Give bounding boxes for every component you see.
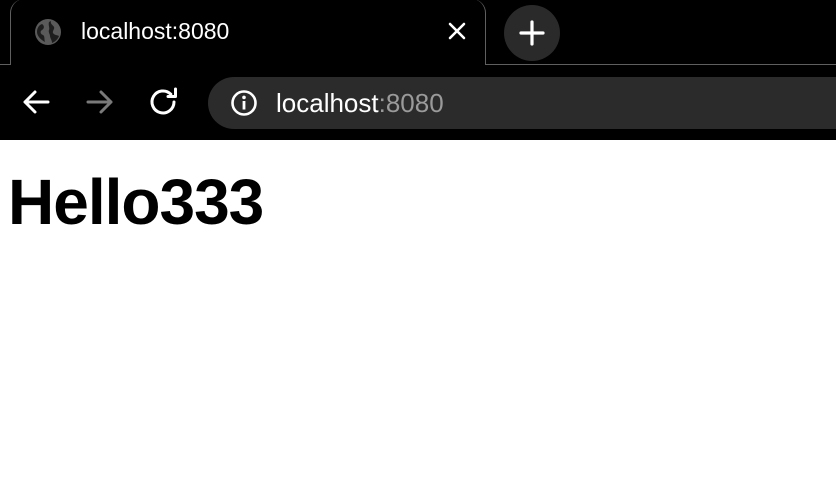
tab-strip-divider bbox=[0, 64, 10, 65]
arrow-left-icon bbox=[23, 90, 50, 114]
tab-strip: localhost:8080 bbox=[0, 0, 836, 66]
tab-strip-divider bbox=[486, 64, 836, 65]
url-host: localhost bbox=[276, 88, 379, 118]
page-content: Hello333 bbox=[0, 140, 836, 496]
new-tab-button[interactable] bbox=[504, 5, 560, 61]
page-heading: Hello333 bbox=[8, 166, 264, 238]
arrow-right-icon bbox=[86, 90, 113, 114]
info-icon[interactable] bbox=[230, 89, 258, 117]
toolbar: localhost:8080 bbox=[0, 66, 836, 140]
address-bar[interactable]: localhost:8080 bbox=[208, 77, 836, 129]
url-text[interactable]: localhost:8080 bbox=[276, 87, 444, 119]
tab-title: localhost:8080 bbox=[81, 18, 230, 44]
url-port: :8080 bbox=[378, 88, 444, 118]
reload-button[interactable] bbox=[146, 84, 182, 120]
globe-icon bbox=[34, 18, 62, 46]
forward-button[interactable] bbox=[82, 84, 118, 120]
back-button[interactable] bbox=[18, 84, 54, 120]
reload-icon bbox=[150, 87, 177, 115]
browser-chrome: localhost:8080 localhost:8080 bbox=[0, 0, 836, 140]
close-icon[interactable] bbox=[445, 19, 469, 43]
tab-localhost[interactable]: localhost:8080 bbox=[10, 0, 486, 65]
plus-icon bbox=[519, 20, 545, 46]
